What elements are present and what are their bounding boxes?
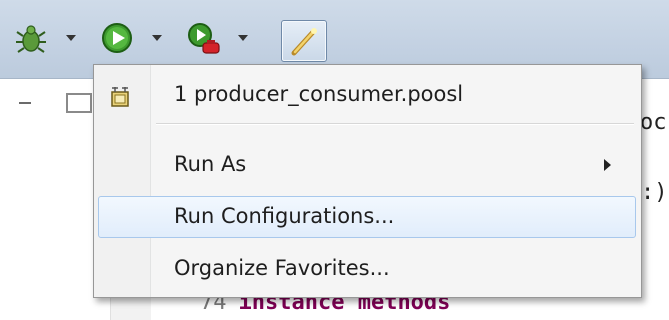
submenu-arrow-icon — [604, 159, 611, 171]
run-dropdown-menu: 1 producer_consumer.poosl Run As Run Con… — [93, 64, 642, 298]
editor-text-peek: oc — [640, 110, 667, 135]
menu-item-label: 1 producer_consumer.poosl — [174, 82, 464, 106]
menu-item-run-as[interactable]: Run As — [94, 143, 641, 187]
quick-access-button[interactable] — [281, 20, 327, 62]
editor-text-peek: :) — [641, 180, 668, 205]
poosl-file-icon — [107, 84, 133, 115]
external-tools-dropdown-arrow[interactable] — [238, 35, 248, 41]
menu-item-label: Run As — [174, 152, 247, 176]
menu-separator — [156, 123, 634, 125]
menu-item-organize-favorites[interactable]: Organize Favorites... — [94, 247, 641, 291]
tree-node-icon — [66, 93, 92, 113]
external-tools-icon[interactable] — [186, 21, 222, 61]
wand-icon — [291, 28, 317, 56]
play-icon[interactable] — [100, 21, 134, 59]
run-dropdown-arrow[interactable] — [152, 35, 162, 41]
collapse-icon[interactable] — [19, 98, 32, 107]
menu-item-label: Run Configurations... — [174, 204, 395, 228]
menu-item-recent-launch[interactable]: 1 producer_consumer.poosl — [94, 73, 641, 117]
debug-dropdown-arrow[interactable] — [66, 35, 76, 41]
menu-item-run-configurations[interactable]: Run Configurations... — [94, 195, 641, 239]
bug-icon[interactable] — [14, 22, 48, 60]
menu-item-label: Organize Favorites... — [174, 256, 390, 280]
